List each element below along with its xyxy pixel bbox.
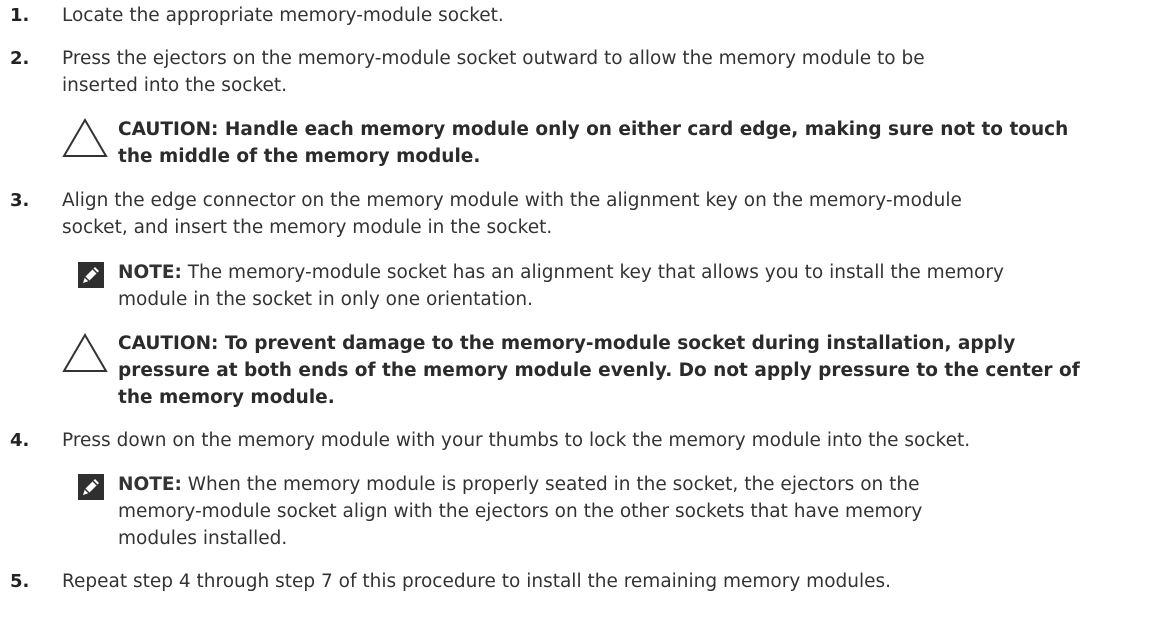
caution-1-line-1: CAUTION: Handle each memory module only …: [118, 119, 1069, 140]
note-1-text: The memory-module socket has an alignmen…: [181, 262, 1004, 283]
step-3-line-1: Align the edge connector on the memory m…: [62, 190, 962, 211]
note-pencil-icon: [78, 474, 104, 500]
note-2-line-1: NOTE: When the memory module is properly…: [118, 474, 920, 496]
note-2-line-2: memory-module socket align with the ejec…: [118, 501, 923, 522]
step-number-5: 5.: [10, 571, 30, 592]
caution-triangle-icon: [62, 333, 108, 372]
step-3-line-2: socket, and insert the memory module in …: [62, 217, 553, 238]
step-number-2: 2.: [10, 48, 30, 69]
note-2-text: When the memory module is properly seate…: [181, 474, 920, 495]
caution-2-line-1: CAUTION: To prevent damage to the memory…: [118, 333, 1016, 354]
caution-1-line-2: the middle of the memory module.: [118, 146, 481, 167]
step-number-1: 1.: [10, 5, 30, 26]
step-2-line-2: inserted into the socket.: [62, 75, 288, 96]
note-2-label: NOTE:: [118, 474, 182, 495]
note-2-line-3: modules installed.: [118, 528, 288, 549]
note-1-line-2: module in the socket in only one orienta…: [118, 289, 534, 310]
caution-2-line-2: pressure at both ends of the memory modu…: [118, 360, 1080, 381]
caution-2-line-3: the memory module.: [118, 387, 335, 408]
step-2-line-1: Press the ejectors on the memory-module …: [62, 48, 925, 69]
step-5-line-1: Repeat step 4 through step 7 of this pro…: [62, 571, 892, 592]
step-1-line-1: Locate the appropriate memory-module soc…: [62, 5, 504, 26]
step-number-4: 4.: [10, 430, 30, 451]
note-1-line-1: NOTE: The memory-module socket has an al…: [118, 262, 1004, 284]
step-4-line-1: Press down on the memory module with you…: [62, 430, 971, 451]
note-pencil-icon: [78, 262, 104, 288]
step-number-3: 3.: [10, 190, 30, 211]
caution-triangle-icon: [62, 118, 108, 157]
note-1-label: NOTE:: [118, 262, 182, 283]
procedure-document: 1. Locate the appropriate memory-module …: [0, 0, 1175, 622]
